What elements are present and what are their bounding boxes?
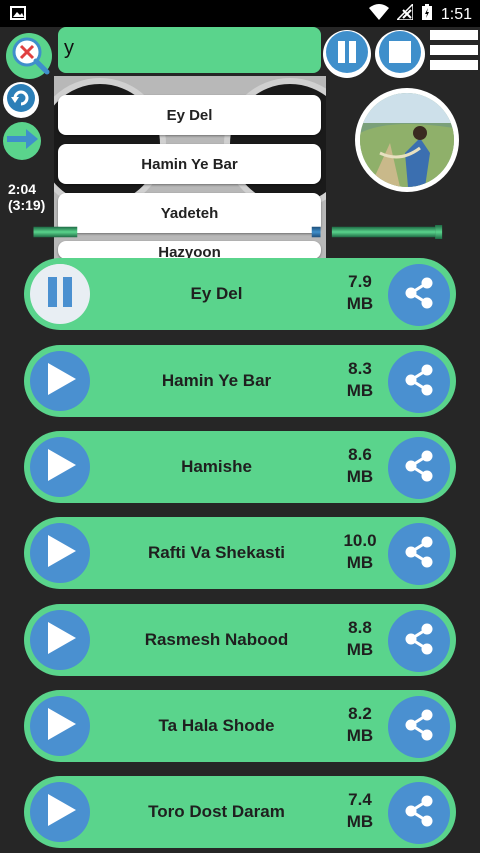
song-size-unit: MB	[346, 726, 374, 745]
song-size-unit: MB	[346, 640, 374, 659]
song-size-value: 8.8	[348, 618, 372, 637]
repeat-button[interactable]	[3, 82, 39, 118]
play-icon	[40, 790, 80, 835]
play-song-button[interactable]	[30, 610, 90, 670]
search-clear-button[interactable]	[6, 33, 52, 79]
song-size: 10.0 MB	[324, 530, 396, 574]
song-size-value: 8.6	[348, 445, 372, 464]
pause-button[interactable]	[323, 30, 371, 78]
play-song-button[interactable]	[30, 351, 90, 411]
song-size: 8.8 MB	[324, 617, 396, 661]
play-song-button[interactable]	[30, 782, 90, 842]
status-bar: 1:51	[0, 0, 480, 27]
suggestion-label: Yadeteh	[160, 204, 219, 222]
share-icon	[399, 446, 439, 491]
suggestion-item[interactable]: Hamin Ye Bar	[58, 144, 321, 184]
song-size: 7.9 MB	[324, 271, 396, 315]
song-size-unit: MB	[346, 553, 374, 572]
song-size-unit: MB	[346, 294, 374, 313]
share-button[interactable]	[388, 610, 450, 672]
clock: 1:51	[440, 5, 472, 23]
song-size-value: 7.4	[348, 790, 372, 809]
song-size: 8.2 MB	[324, 703, 396, 747]
share-icon	[399, 705, 439, 750]
arrow-right-icon	[4, 121, 40, 162]
image-icon	[10, 6, 26, 25]
suggestion-item[interactable]: Ey Del	[58, 95, 321, 135]
share-button[interactable]	[388, 523, 450, 585]
song-size-unit: MB	[346, 467, 374, 486]
search-input-value: y	[64, 37, 74, 59]
share-button[interactable]	[388, 782, 450, 844]
play-icon	[40, 359, 80, 404]
song-item[interactable]: Toro Dost Daram 7.4 MB	[24, 776, 456, 848]
share-icon	[399, 532, 439, 577]
song-item[interactable]: Ey Del 7.9 MB	[24, 258, 456, 330]
elapsed-time: 2:04	[8, 181, 37, 197]
song-size-value: 8.3	[348, 359, 372, 378]
song-size-value: 8.2	[348, 704, 372, 723]
play-icon	[40, 445, 80, 490]
song-item[interactable]: Ta Hala Shode 8.2 MB	[24, 690, 456, 762]
song-title: Hamishe	[181, 457, 252, 476]
share-button[interactable]	[388, 264, 450, 326]
repeat-icon	[6, 83, 36, 118]
suggestion-label: Ey Del	[166, 106, 213, 124]
play-icon	[40, 531, 80, 576]
song-size: 7.4 MB	[324, 789, 396, 833]
song-title: Toro Dost Daram	[148, 802, 285, 821]
share-icon	[399, 273, 439, 318]
song-title: Rafti Va Shekasti	[147, 543, 285, 562]
share-icon	[399, 619, 439, 664]
menu-icon[interactable]	[430, 30, 478, 75]
song-item[interactable]: Rafti Va Shekasti 10.0 MB	[24, 517, 456, 589]
share-button[interactable]	[388, 696, 450, 758]
song-size-unit: MB	[346, 812, 374, 831]
suggestion-item[interactable]: Hazyoon	[58, 241, 321, 259]
share-button[interactable]	[388, 351, 450, 413]
song-item[interactable]: Rasmesh Nabood 8.8 MB	[24, 604, 456, 676]
total-duration: (3:19)	[8, 197, 46, 213]
song-title: Hamin Ye Bar	[161, 371, 272, 390]
song-size: 8.6 MB	[324, 444, 396, 488]
song-item[interactable]: Hamishe 8.6 MB	[24, 431, 456, 503]
suggestion-label: Hamin Ye Bar	[141, 155, 238, 173]
stop-button[interactable]	[375, 30, 425, 78]
pause-icon	[30, 262, 90, 327]
seek-bar[interactable]	[4, 225, 476, 239]
play-song-button[interactable]	[30, 696, 90, 756]
battery-icon	[421, 3, 433, 26]
share-icon	[399, 791, 439, 836]
album-art	[355, 88, 459, 192]
pause-icon	[325, 30, 369, 79]
song-size-unit: MB	[346, 381, 374, 400]
song-title: Ta Hala Shode	[158, 716, 275, 735]
song-size-value: 10.0	[343, 531, 377, 550]
suggestion-label: Hazyoon	[158, 244, 221, 259]
wifi-icon	[368, 4, 389, 25]
search-clear-icon	[7, 32, 51, 81]
share-button[interactable]	[388, 437, 450, 499]
song-title: Rasmesh Nabood	[144, 630, 289, 649]
pause-song-button[interactable]	[30, 262, 90, 327]
play-icon	[40, 704, 80, 749]
search-input[interactable]: y	[58, 27, 321, 73]
play-song-button[interactable]	[30, 523, 90, 583]
song-item[interactable]: Hamin Ye Bar 8.3 MB	[24, 345, 456, 417]
song-size: 8.3 MB	[324, 358, 396, 402]
next-button[interactable]	[3, 122, 41, 160]
play-icon	[40, 618, 80, 663]
signal-icon	[395, 2, 414, 25]
song-title: Ey Del	[190, 284, 243, 303]
song-size-value: 7.9	[348, 272, 372, 291]
share-icon	[399, 360, 439, 405]
play-song-button[interactable]	[30, 437, 90, 497]
stop-icon	[378, 30, 422, 79]
